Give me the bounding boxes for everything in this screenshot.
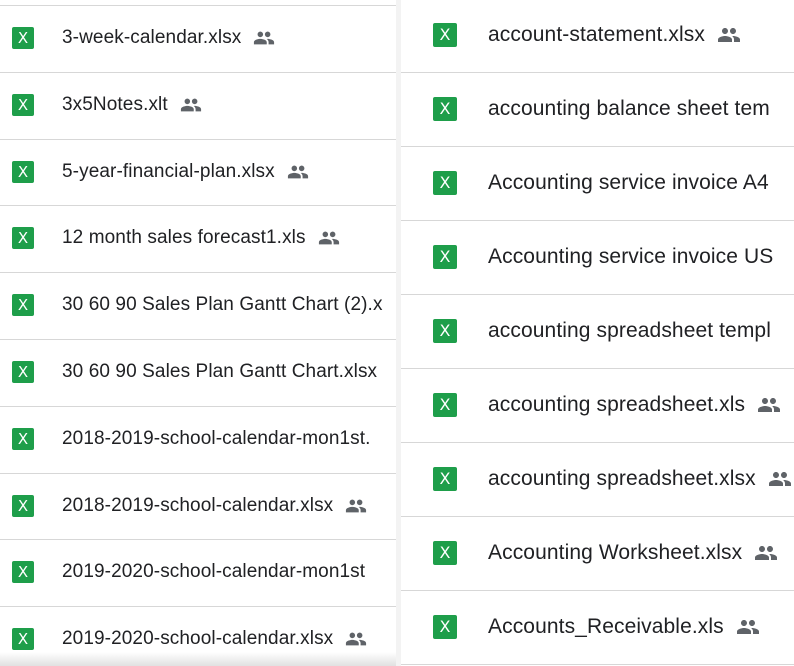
file-row[interactable]: Xaccounting spreadsheet.xlsx	[401, 442, 794, 515]
excel-file-icon: X	[433, 318, 457, 343]
file-row[interactable]: X 2019-2020-school-calendar-mon1st	[0, 539, 396, 605]
file-name: accounting balance sheet tem	[488, 96, 770, 120]
excel-file-icon: X	[433, 244, 457, 269]
file-row[interactable]: X Accounts_Receivable.xls	[401, 590, 794, 663]
shared-people-icon	[717, 23, 741, 47]
file-name: Accounting service invoice A4	[488, 170, 769, 194]
shared-people-icon	[754, 541, 778, 565]
file-name: 30 60 90 Sales Plan Gantt Chart.xlsx	[62, 361, 378, 382]
excel-file-icon: X	[433, 392, 457, 417]
excel-file-icon: X	[12, 227, 34, 250]
file-name: 30 60 90 Sales Plan Gantt Chart (2).x	[62, 294, 383, 316]
file-row[interactable]: X Accounting service invoice US	[401, 220, 794, 293]
excel-file-icon: X	[433, 466, 457, 491]
file-name: accounting spreadsheet.xlsx	[488, 466, 756, 490]
shared-people-icon	[318, 227, 340, 249]
excel-file-icon: X	[433, 614, 457, 639]
excel-file-icon: X	[12, 427, 34, 450]
excel-file-icon: X	[12, 294, 34, 317]
file-name: accounting spreadsheet.xls	[488, 392, 746, 416]
file-row[interactable]: Xaccounting spreadsheet templ	[401, 294, 794, 367]
file-name: Accounting service invoice US	[488, 244, 774, 268]
excel-file-icon: X	[12, 361, 34, 383]
shared-people-icon	[768, 467, 792, 491]
file-name: 3-week-calendar.xlsx	[62, 27, 242, 48]
file-row[interactable]: X 2018-2019-school-calendar-mon1st.	[0, 406, 396, 472]
excel-file-icon: X	[12, 160, 34, 183]
excel-file-icon: X	[12, 561, 34, 584]
file-row[interactable]: X Accounting service invoice A4	[401, 146, 794, 219]
excel-file-icon: X	[433, 170, 457, 195]
file-name: account-statement.xlsx	[488, 22, 705, 46]
file-row[interactable]: X 30 60 90 Sales Plan Gantt Chart.xlsx	[0, 339, 396, 405]
left-file-list-pane: X 3-week-calendar.xlsx X 3x5Notes.xlt X 5-yea…	[0, 0, 396, 666]
file-row[interactable]: X 5-year-financial-plan.xlsx	[0, 139, 396, 205]
excel-file-icon: X	[12, 494, 34, 517]
file-name: 2018-2019-school-calendar-mon1st.	[62, 427, 371, 449]
file-row[interactable]: Xaccounting balance sheet tem	[401, 72, 794, 145]
excel-file-icon: X	[433, 96, 457, 121]
file-row[interactable]: X 12 month sales forecast1.xls	[0, 205, 396, 271]
row-divider	[0, 5, 396, 6]
right-file-list-pane: Xaccount-statement.xlsx Xaccounting balan…	[401, 0, 794, 666]
file-row[interactable]: X 3-week-calendar.xlsx	[0, 5, 396, 71]
shared-people-icon	[180, 94, 202, 116]
shared-people-icon	[345, 495, 367, 517]
file-row[interactable]: Xaccount-statement.xlsx	[401, 0, 794, 71]
file-row[interactable]: X Accounting Worksheet.xlsx	[401, 516, 794, 589]
file-name: Accounting Worksheet.xlsx	[488, 540, 743, 564]
file-name: accounting spreadsheet templ	[488, 318, 771, 342]
excel-file-icon: X	[12, 628, 34, 651]
row-divider	[401, 664, 794, 665]
excel-file-icon: X	[433, 22, 457, 47]
shared-people-icon	[757, 393, 781, 417]
file-name: 3x5Notes.xlt	[62, 93, 168, 115]
excel-file-icon: X	[12, 27, 34, 49]
excel-file-icon: X	[433, 540, 457, 565]
shared-people-icon	[345, 628, 367, 650]
file-row[interactable]: Xaccounting spreadsheet.xls	[401, 368, 794, 441]
shared-people-icon	[736, 615, 760, 639]
shared-people-icon	[253, 27, 275, 49]
file-name: 5-year-financial-plan.xlsx	[62, 160, 275, 182]
file-name: 2019-2020-school-calendar.xlsx	[62, 628, 334, 650]
file-row[interactable]: X 3x5Notes.xlt	[0, 72, 396, 138]
file-name: Accounts_Receivable.xls	[488, 614, 724, 638]
file-name: 12 month sales forecast1.xls	[62, 227, 306, 249]
file-row[interactable]: X 30 60 90 Sales Plan Gantt Chart (2).x	[0, 272, 396, 338]
file-row[interactable]: X 2018-2019-school-calendar.xlsx	[0, 473, 396, 539]
bottom-shadow	[0, 652, 396, 666]
shared-people-icon	[287, 161, 309, 183]
file-name: 2019-2020-school-calendar-mon1st	[62, 561, 366, 583]
excel-file-icon: X	[12, 93, 34, 116]
file-name: 2018-2019-school-calendar.xlsx	[62, 494, 334, 516]
drive-file-list-screenshot: X 3-week-calendar.xlsx X 3x5Notes.xlt X 5-yea…	[0, 0, 794, 666]
